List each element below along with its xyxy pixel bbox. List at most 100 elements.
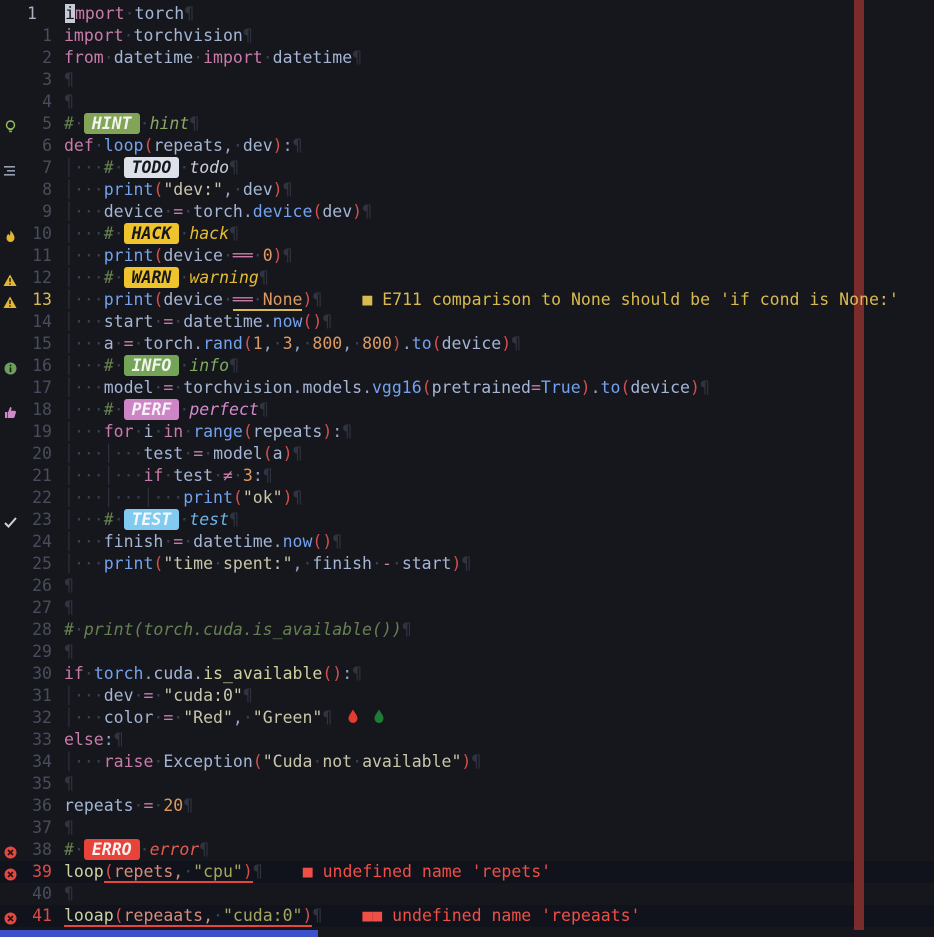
code-text[interactable]: #·ERRO·error¶ [64, 839, 934, 861]
line-number[interactable]: 38 [20, 839, 58, 861]
line-number[interactable]: 26 [20, 575, 58, 597]
code-text[interactable]: │···raise·Exception("Cuda·not·available"… [64, 751, 934, 773]
code-text[interactable]: │···print(device·══·0)¶ [64, 245, 934, 267]
code-text[interactable]: │···print(device·══·None)¶■ E711 compari… [64, 289, 934, 311]
token: repeats [64, 796, 134, 815]
line-number[interactable]: 15 [20, 333, 58, 355]
indent-guide: │ [64, 444, 74, 463]
line-number[interactable]: 16 [20, 355, 58, 377]
line-number[interactable]: 18 [20, 399, 58, 421]
code-text[interactable]: ¶ [64, 575, 934, 597]
line-number[interactable]: 21 [20, 465, 58, 487]
code-text[interactable]: import·torch¶ [65, 3, 934, 25]
line-number[interactable]: 39 [20, 861, 58, 883]
code-text[interactable]: │···#·WARN·warning¶ [64, 267, 934, 289]
line-number[interactable]: 3 [20, 69, 58, 91]
line-number[interactable]: 14 [20, 311, 58, 333]
line-number[interactable]: 27 [20, 597, 58, 619]
line-number[interactable]: 35 [20, 773, 58, 795]
token: datetime [273, 48, 352, 67]
line-number[interactable]: 23 [20, 509, 58, 531]
code-text[interactable]: │···#·HACK·hack¶ [64, 223, 934, 245]
line-number[interactable]: 31 [20, 685, 58, 707]
code-text[interactable]: ¶ [64, 597, 934, 619]
line-number[interactable]: 29 [20, 641, 58, 663]
whitespace-dot: ··· [74, 488, 104, 507]
code-text[interactable]: │···start·=·datetime.now()¶ [64, 311, 934, 333]
line-number[interactable]: 1 [20, 25, 58, 47]
line-number[interactable]: 33 [20, 729, 58, 751]
code-text[interactable]: if·torch.cuda.is_available():¶ [64, 663, 934, 685]
line-number[interactable]: 30 [20, 663, 58, 685]
line-number[interactable]: 25 [20, 553, 58, 575]
line-number[interactable]: 2 [20, 47, 58, 69]
code-text[interactable]: │···#·TODO·todo¶ [64, 157, 934, 179]
line-number[interactable]: 41 [20, 905, 58, 927]
line-number[interactable]: 1 [20, 3, 59, 25]
code-line: 32 │···color·=·"Red",·"Green"¶ [0, 707, 934, 729]
code-text[interactable]: │···model·=·torchvision.models.vgg16(pre… [64, 377, 934, 399]
token: "Cuda [263, 752, 313, 771]
token: print [183, 488, 233, 507]
line-number[interactable]: 6 [20, 135, 58, 157]
line-number[interactable]: 22 [20, 487, 58, 509]
code-text[interactable]: ¶ [64, 91, 934, 113]
line-number[interactable]: 24 [20, 531, 58, 553]
code-text[interactable]: │···│···test·=·model(a)¶ [64, 443, 934, 465]
whitespace-dot: · [153, 796, 163, 815]
code-text[interactable]: │···│···if·test·≠·3:¶ [64, 465, 934, 487]
code-text[interactable]: │···#·TEST·test¶ [64, 509, 934, 531]
line-number[interactable]: 5 [20, 113, 58, 135]
code-text[interactable]: ¶ [64, 69, 934, 91]
code-text[interactable]: import·torchvision¶ [64, 25, 934, 47]
line-number[interactable]: 8 [20, 179, 58, 201]
code-text[interactable]: │···color·=·"Red",·"Green"¶ [64, 707, 934, 729]
code-text[interactable]: │···device·=·torch.device(dev)¶ [64, 201, 934, 223]
code-text[interactable]: │···#·INFO·info¶ [64, 355, 934, 377]
line-number[interactable]: 19 [20, 421, 58, 443]
line-number[interactable]: 10 [20, 223, 58, 245]
code-editor[interactable]: 1import·torch¶1import·torchvision¶2from·… [0, 0, 934, 937]
line-number[interactable]: 34 [20, 751, 58, 773]
code-text[interactable]: from·datetime·import·datetime¶ [64, 47, 934, 69]
line-number[interactable]: 32 [20, 707, 58, 729]
line-number[interactable]: 7 [20, 157, 58, 179]
code-text[interactable]: │···for·i·in·range(repeats):¶ [64, 421, 934, 443]
line-number[interactable]: 36 [20, 795, 58, 817]
code-text[interactable]: #·HINT·hint¶ [64, 113, 934, 135]
whitespace-dot: ··· [74, 312, 104, 331]
code-text[interactable]: looap(repeaats,·"cuda:0")¶■■ undefined n… [64, 905, 934, 927]
token: = [143, 796, 153, 815]
code-text[interactable]: repeats·=·20¶ [64, 795, 934, 817]
code-text[interactable]: │···│···│···print("ok")¶ [64, 487, 934, 509]
code-text[interactable]: ¶ [64, 883, 934, 905]
code-text[interactable]: ¶ [64, 641, 934, 663]
code-text[interactable]: │···print("time·spent:",·finish·-·start)… [64, 553, 934, 575]
line-number[interactable]: 9 [20, 201, 58, 223]
line-number[interactable]: 12 [20, 267, 58, 289]
line-number[interactable]: 11 [20, 245, 58, 267]
code-text[interactable]: │···a·=·torch.rand(1,·3,·800,·800).to(de… [64, 333, 934, 355]
whitespace-dot: · [163, 202, 173, 221]
code-text[interactable]: │···dev·=·"cuda:0"¶ [64, 685, 934, 707]
line-number[interactable]: 20 [20, 443, 58, 465]
code-text[interactable]: ¶ [64, 817, 934, 839]
code-text[interactable]: │···print("dev:",·dev)¶ [64, 179, 934, 201]
code-text[interactable]: │···#·PERF·perfect¶ [64, 399, 934, 421]
code-text[interactable]: else:¶ [64, 729, 934, 751]
code-text[interactable]: loop(repets,·"cpu")¶■ undefined name 're… [64, 861, 934, 883]
pilcrow-mark: ¶ [283, 246, 293, 265]
sign-column [0, 883, 20, 905]
line-number[interactable]: 28 [20, 619, 58, 641]
code-text[interactable]: ¶ [64, 773, 934, 795]
code-text[interactable]: │···finish·=·datetime.now()¶ [64, 531, 934, 553]
line-number[interactable]: 13 [20, 289, 58, 311]
code-text[interactable]: #·print(torch.cuda.is_available())¶ [64, 619, 934, 641]
line-number[interactable]: 4 [20, 91, 58, 113]
token: ) [322, 422, 332, 441]
token: , [342, 334, 352, 353]
line-number[interactable]: 40 [20, 883, 58, 905]
line-number[interactable]: 37 [20, 817, 58, 839]
line-number[interactable]: 17 [20, 377, 58, 399]
code-text[interactable]: def·loop(repeats,·dev):¶ [64, 135, 934, 157]
